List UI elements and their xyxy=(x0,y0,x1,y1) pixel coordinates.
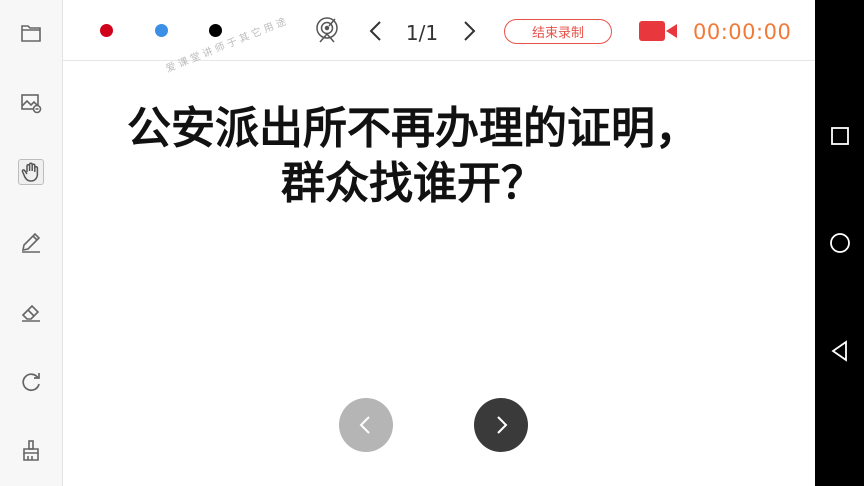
slide-title-line-2: 群众找谁开？ xyxy=(281,158,545,209)
laser-pointer-icon[interactable] xyxy=(314,16,340,44)
undo-icon[interactable] xyxy=(14,365,48,399)
next-page-arrow-icon[interactable] xyxy=(459,19,479,43)
home-icon[interactable] xyxy=(827,230,853,256)
slide-title-line-1: 公安派出所不再办理的证明， xyxy=(127,103,699,154)
top-bar: 1/1 结束录制 00:00:00 xyxy=(63,0,815,61)
color-black-swatch[interactable] xyxy=(209,24,222,37)
slide-prev-button[interactable] xyxy=(339,398,393,452)
end-recording-button[interactable]: 结束录制 xyxy=(504,19,612,44)
chevron-left-icon xyxy=(359,416,370,434)
chevron-right-icon xyxy=(497,416,508,434)
eraser-icon[interactable] xyxy=(14,295,48,329)
brush-icon[interactable] xyxy=(14,434,48,468)
page-indicator: 1/1 xyxy=(405,21,439,45)
color-red-swatch[interactable] xyxy=(100,24,113,37)
prev-page-arrow-icon[interactable] xyxy=(366,19,386,43)
back-icon[interactable] xyxy=(827,338,853,364)
whiteboard-app: 1/1 结束录制 00:00:00 爱 课 堂 讲 师 于 其 它 用 途 公安… xyxy=(0,0,815,486)
hand-icon[interactable] xyxy=(14,155,48,189)
color-blue-swatch[interactable] xyxy=(155,24,168,37)
recording-timer: 00:00:00 xyxy=(693,20,792,44)
left-toolbar xyxy=(0,0,63,486)
slide-canvas[interactable]: 爱 课 堂 讲 师 于 其 它 用 途 公安派出所不再办理的证明， 群众找谁开？ xyxy=(63,17,815,486)
image-icon[interactable] xyxy=(14,86,48,120)
system-navigation-bar xyxy=(815,0,864,486)
folder-icon[interactable] xyxy=(14,16,48,50)
video-camera-icon xyxy=(639,21,677,41)
pen-icon[interactable] xyxy=(14,225,48,259)
slide-title: 公安派出所不再办理的证明， 群众找谁开？ xyxy=(93,101,733,211)
recents-icon[interactable] xyxy=(827,123,853,149)
slide-next-button[interactable] xyxy=(474,398,528,452)
